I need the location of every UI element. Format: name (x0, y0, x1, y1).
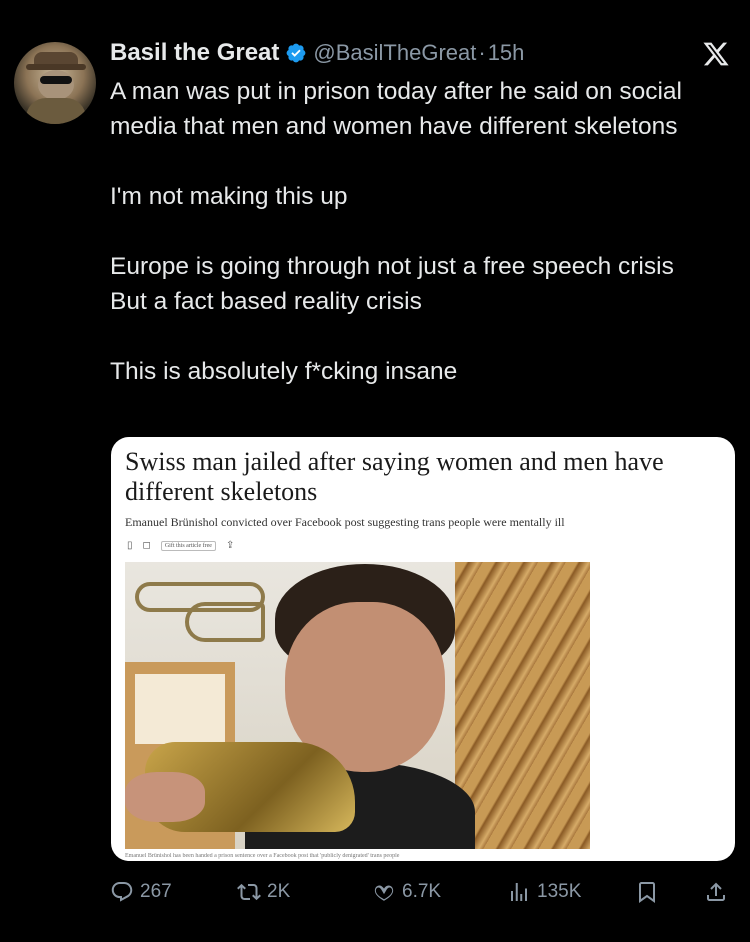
article-actions: ▯ ◻ Gift this article free ⇪ (127, 540, 234, 551)
reply-button[interactable]: 267 (110, 876, 172, 908)
share-icon: ⇪ (225, 540, 235, 551)
article-image-card[interactable]: Swiss man jailed after saying women and … (111, 437, 735, 861)
bookmark-button[interactable] (635, 876, 659, 908)
comment-icon: ◻ (142, 540, 151, 551)
separator-dot: · (478, 40, 486, 65)
photo-caption: Emanuel Brünishol has been handed a pris… (125, 853, 400, 859)
like-count: 6.7K (402, 881, 442, 902)
avatar-coat (26, 98, 86, 124)
author-name[interactable]: Basil the Great (110, 39, 279, 67)
verified-badge-icon (287, 43, 306, 63)
x-logo-icon (703, 42, 729, 66)
article-headline: Swiss man jailed after saying women and … (125, 447, 664, 506)
repost-button[interactable]: 2K (237, 876, 290, 908)
tweet-header: Basil the Great @BasilTheGreat · 15h (110, 38, 524, 68)
timestamp[interactable]: 15h (488, 40, 525, 66)
views-button[interactable]: 135K (507, 876, 581, 908)
views-chart-icon (511, 883, 527, 901)
bookmark-icon: ▯ (127, 540, 133, 551)
repost-icon (237, 883, 261, 901)
heart-icon (374, 885, 394, 901)
share-icon (707, 882, 725, 901)
tweet-paragraph: A man was put in prison today after he s… (110, 78, 682, 140)
article-photo (125, 562, 590, 849)
man-hand (125, 772, 205, 822)
avatar-face (38, 70, 74, 100)
avatar[interactable] (14, 42, 96, 124)
article-subheadline: Emanuel Brünishol convicted over Faceboo… (125, 515, 565, 529)
tweet-text: A man was put in prison today after he s… (110, 74, 740, 389)
tweet-paragraph: This is absolutely f*cking insane (110, 358, 458, 385)
repost-count: 2K (267, 881, 291, 902)
tweet-paragraph: Europe is going through not just a free … (110, 253, 674, 315)
share-button[interactable] (704, 876, 728, 908)
tweet-action-bar: 267 2K 6.7K 135K (110, 876, 730, 908)
reply-icon (111, 882, 133, 902)
views-count: 135K (537, 881, 582, 902)
wood-panel (455, 562, 590, 849)
gift-article-button: Gift this article free (160, 540, 216, 551)
reply-count: 267 (140, 881, 172, 902)
author-handle[interactable]: @BasilTheGreat (313, 40, 476, 66)
like-button[interactable]: 6.7K (372, 876, 441, 908)
tweet-paragraph: I'm not making this up (110, 183, 348, 210)
bookmark-icon (639, 882, 655, 903)
avatar-glasses (40, 76, 72, 84)
